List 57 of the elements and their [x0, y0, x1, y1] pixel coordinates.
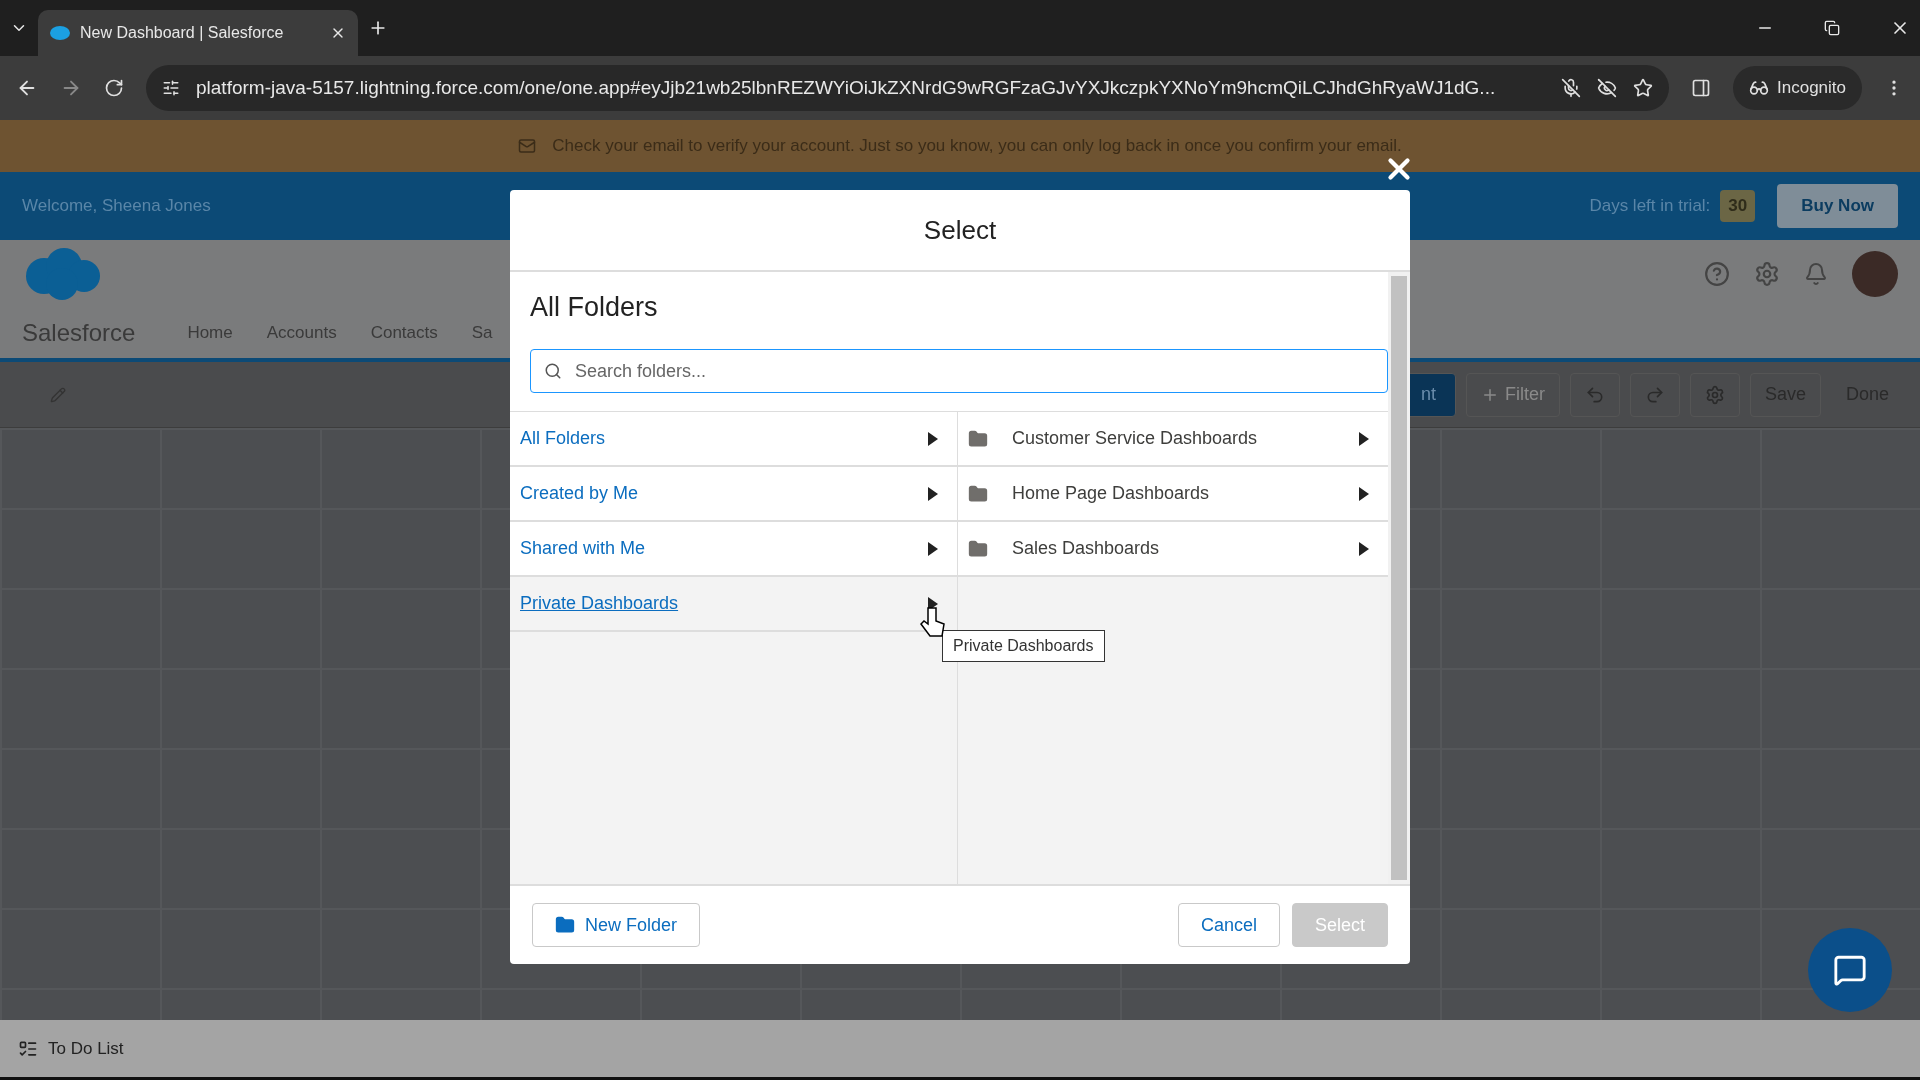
app-name: Salesforce — [22, 319, 136, 347]
folder-row[interactable]: Home Page Dashboards — [958, 467, 1388, 522]
cursor-icon — [920, 606, 946, 638]
folder-row[interactable]: Sales Dashboards — [958, 522, 1388, 577]
folder-icon — [968, 483, 988, 504]
chat-icon — [1833, 953, 1867, 987]
folder-icon — [968, 538, 988, 559]
folder-name: Customer Service Dashboards — [1012, 428, 1259, 449]
caret-icon — [927, 541, 939, 556]
nav-item[interactable]: Contacts — [370, 323, 438, 343]
folder-row[interactable]: Customer Service Dashboards — [958, 412, 1388, 467]
caret-icon — [1358, 431, 1370, 446]
search-field[interactable]: Search folders... — [530, 349, 1388, 393]
search-icon — [544, 362, 562, 380]
nav-item[interactable]: Sa — [471, 323, 493, 343]
folder-category[interactable]: All Folders — [510, 412, 957, 467]
category-link[interactable]: All Folders — [520, 428, 913, 449]
caret-icon — [927, 486, 939, 501]
mic-off-icon[interactable] — [1561, 78, 1581, 98]
buy-now-button[interactable]: Buy Now — [1777, 184, 1898, 228]
category-link[interactable]: Shared with Me — [520, 538, 913, 559]
folders-heading: All Folders — [529, 291, 659, 324]
undo-icon — [1584, 384, 1605, 405]
address-bar[interactable]: platform-java-5157.lightning.force.com/one/one.app#eyJjb21wb25lbnREZWYiOiJkZXNrdG9wRGFzaGJvYXJkczpkYXNoYm9hcmQiLCJhdGhRyaWJ1dG... — [146, 65, 1669, 111]
incognito-icon — [1749, 78, 1769, 98]
folder-category[interactable]: Created by Me — [510, 467, 957, 522]
reload-icon[interactable] — [104, 78, 124, 98]
folder-category[interactable]: Shared with Me — [510, 522, 957, 577]
trial-label: Days left in trial: — [1589, 196, 1711, 216]
caret-icon — [1358, 541, 1370, 556]
folder-icon — [968, 428, 988, 449]
side-panel-icon[interactable] — [1691, 78, 1711, 98]
star-icon[interactable] — [1633, 78, 1653, 98]
avatar[interactable] — [1852, 251, 1898, 297]
cancel-button[interactable]: Cancel — [1177, 903, 1280, 947]
gear-icon — [1704, 384, 1725, 405]
folder-icon — [555, 915, 575, 935]
folder-name: Sales Dashboards — [1012, 538, 1161, 559]
url-text: platform-java-5157.lightning.force.com/one/one.app#eyJjb21wb25lbnREZWYiOiJkZXNrdG9wRGFzaGJvYXJkczpkYXNoYm9hcmQiLCJhdGhRyaWJ1dG... — [196, 77, 1497, 99]
welcome-text: Welcome, Sheena Jones — [22, 196, 211, 216]
mail-icon — [518, 137, 537, 155]
browser-tab[interactable]: New Dashboard | Salesforce — [38, 10, 358, 56]
tooltip: Private Dashboards — [942, 630, 1105, 662]
eye-off-icon[interactable] — [1597, 78, 1617, 98]
category-link[interactable]: Created by Me — [520, 483, 913, 504]
new-folder-button[interactable]: New Folder — [532, 903, 701, 947]
caret-icon — [927, 431, 939, 446]
cloud-icon — [50, 26, 70, 40]
category-link[interactable]: Private Dashboards — [520, 593, 913, 614]
days-badge: 30 — [1720, 190, 1756, 222]
dialog-title: Select — [923, 214, 997, 246]
incognito-button[interactable]: Incognito — [1733, 66, 1862, 110]
folder-name: Home Page Dashboards — [1012, 483, 1211, 504]
site-settings-icon[interactable] — [162, 79, 180, 97]
restore-icon[interactable] — [1824, 20, 1840, 36]
caret-icon — [1358, 486, 1370, 501]
nav-item[interactable]: Accounts — [266, 323, 337, 343]
